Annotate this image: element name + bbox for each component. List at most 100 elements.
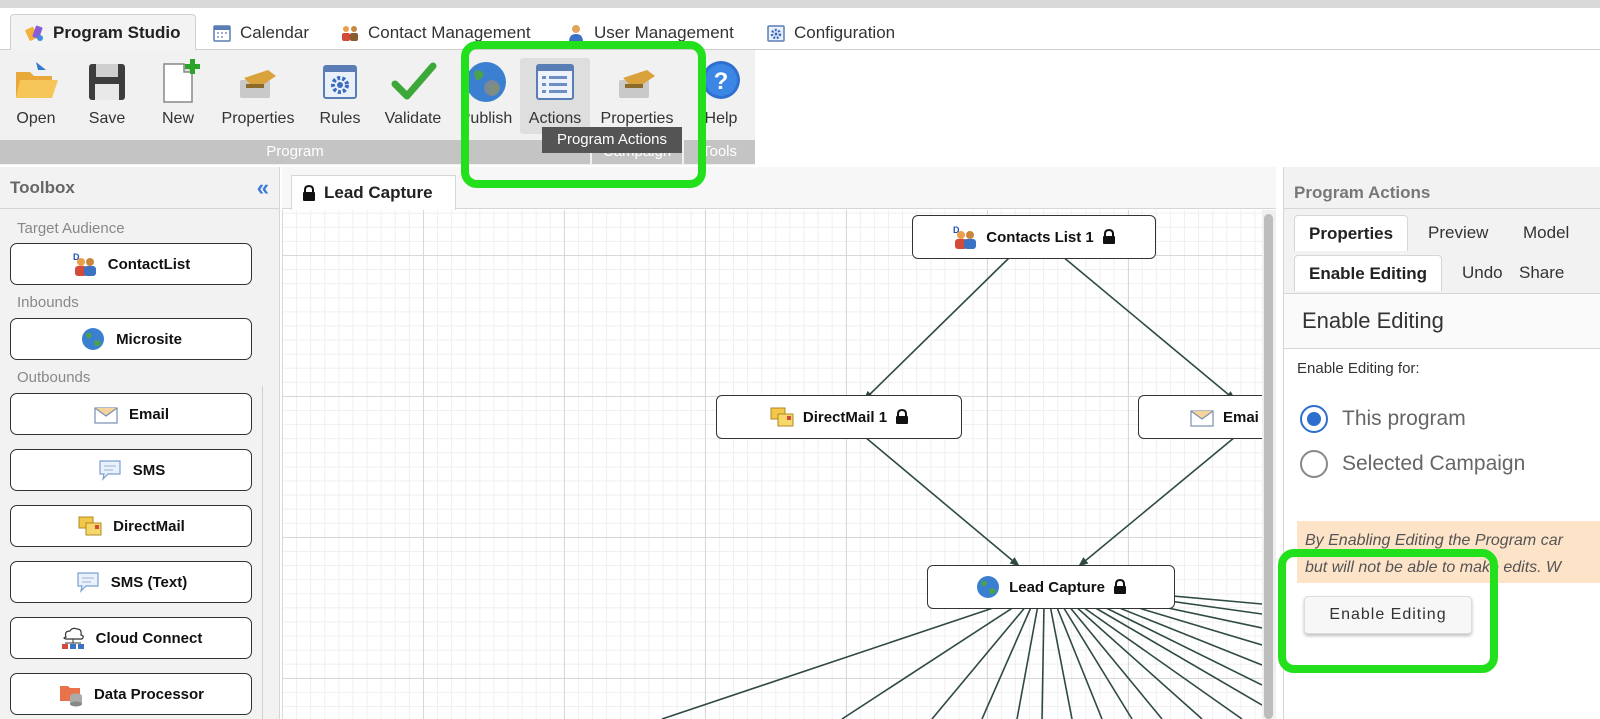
radio-selected-icon[interactable] <box>1300 405 1328 433</box>
ribbon-label: Properties <box>221 110 295 127</box>
toolbox-item-microsite[interactable]: Microsite <box>10 318 252 360</box>
tab-share[interactable]: Share <box>1505 255 1578 291</box>
open-button[interactable]: Open <box>1 58 71 134</box>
toolbox-item-cloud-connect[interactable]: Cloud Connect <box>10 617 252 659</box>
node-lead-capture[interactable]: Lead Capture <box>927 565 1175 609</box>
node-contacts-list[interactable]: D Contacts List 1 <box>912 215 1156 259</box>
toolbox-item-label: SMS (Text) <box>110 573 188 591</box>
globe-icon <box>977 576 1000 598</box>
ribbon-label: Validate <box>384 110 442 127</box>
radio-label: Selected Campaign <box>1342 452 1526 475</box>
speech-bubble-icon <box>99 460 121 481</box>
edge-email-to-lead <box>1078 436 1236 567</box>
section-inbounds: Inbounds <box>17 294 79 311</box>
tab-configuration[interactable]: Configuration <box>752 14 909 51</box>
section-outbounds: Outbounds <box>17 369 91 386</box>
contact-list-icon: D <box>73 252 96 276</box>
tab-properties[interactable]: Properties <box>1294 215 1409 251</box>
toolbox-item-sms[interactable]: SMS <box>10 449 252 491</box>
checkmark-icon <box>391 62 437 100</box>
highlight-enable-editing-button <box>1278 549 1498 673</box>
window-top-strip <box>0 0 1600 8</box>
toolbox-scrollbar[interactable] <box>262 386 263 719</box>
contact-list-icon: D <box>953 225 977 249</box>
user-icon <box>569 24 583 42</box>
tab-enable-editing[interactable]: Enable Editing <box>1294 255 1443 291</box>
panel-title: Program Actions <box>1284 167 1600 209</box>
rules-gear-icon <box>323 65 357 99</box>
validate-button[interactable]: Validate <box>373 58 453 134</box>
edge-contacts-to-directmail <box>863 255 1012 401</box>
tab-program-studio[interactable]: Program Studio <box>10 14 196 51</box>
canvas-scrollbar-thumb[interactable] <box>1264 214 1273 719</box>
canvas-tab-label: Lead Capture <box>324 183 433 202</box>
toolbox-item-email[interactable]: Email <box>10 393 252 435</box>
lock-icon <box>1102 229 1115 244</box>
toolbox-item-sms-text[interactable]: SMS (Text) <box>10 561 252 603</box>
tab-label: Program Studio <box>53 22 181 42</box>
floppy-disk-icon <box>89 64 125 100</box>
toolbox-panel: Toolbox « Target Audience D ContactList … <box>0 167 280 719</box>
program-canvas[interactable]: D Contacts List 1 DirectMail 1 Emai Lead… <box>282 210 1262 719</box>
tab-label: Configuration <box>794 22 896 42</box>
node-label: Contacts List 1 <box>986 228 1094 246</box>
enable-for-label: Enable Editing for: <box>1297 360 1420 377</box>
lock-icon <box>303 184 315 201</box>
properties-hand-icon <box>240 70 276 98</box>
panel-tab-bar: Properties Preview Model Enable Editing … <box>1284 209 1600 293</box>
highlight-actions-group <box>461 41 706 188</box>
direct-mail-icon <box>78 516 102 536</box>
toolbox-header: Toolbox « <box>0 167 279 209</box>
toolbox-item-label: Microsite <box>116 330 182 348</box>
toolbox-item-label: Data Processor <box>93 685 205 703</box>
globe-icon <box>82 328 105 350</box>
collapse-toolbox-icon[interactable]: « <box>257 175 269 201</box>
lock-icon <box>896 409 909 424</box>
app-tab-bar: Program Studio Calendar Contact Manageme… <box>0 8 1600 51</box>
calendar-icon <box>213 24 231 42</box>
configuration-icon <box>767 24 785 42</box>
toolbox-item-label: Cloud Connect <box>95 629 203 647</box>
canvas-scrollbar[interactable] <box>1262 210 1276 719</box>
cloud-connect-icon <box>61 627 84 649</box>
ribbon-label: Rules <box>319 110 361 127</box>
toolbox-item-directmail[interactable]: DirectMail <box>10 505 252 547</box>
node-label: DirectMail 1 <box>802 408 888 426</box>
speech-bubble-icon <box>77 572 99 593</box>
radio-unselected-icon[interactable] <box>1300 450 1328 478</box>
canvas-tab-bar: Lead Capture <box>282 167 1276 210</box>
radio-label: This program <box>1342 407 1466 430</box>
toolbox-item-contactlist[interactable]: D ContactList <box>10 243 252 285</box>
program-properties-button[interactable]: Properties <box>218 58 298 134</box>
toolbox-item-data-processor[interactable]: Data Processor <box>10 673 252 715</box>
node-label: Lead Capture <box>1009 578 1105 596</box>
node-directmail[interactable]: DirectMail 1 <box>716 395 962 439</box>
node-label: Emai <box>1223 408 1259 426</box>
save-button[interactable]: Save <box>72 58 142 134</box>
email-envelope-icon <box>94 407 118 424</box>
radio-this-program[interactable]: This program <box>1300 405 1466 433</box>
tab-label: Contact Management <box>368 22 531 42</box>
tab-preview[interactable]: Preview <box>1414 215 1502 251</box>
tab-label: User Management <box>594 22 734 42</box>
data-processor-icon <box>59 686 82 707</box>
toolbox-title: Toolbox <box>10 177 75 197</box>
node-email[interactable]: Emai <box>1138 395 1262 439</box>
edge-contacts-to-email <box>1061 255 1236 401</box>
rules-button[interactable]: Rules <box>305 58 375 134</box>
ribbon-label: New <box>161 110 194 127</box>
new-button[interactable]: New <box>143 58 213 134</box>
tab-calendar[interactable]: Calendar <box>198 14 323 51</box>
toolbox-item-label: SMS <box>132 461 166 479</box>
edges-lead-outgoing <box>661 590 1262 719</box>
radio-selected-campaign[interactable]: Selected Campaign <box>1300 450 1525 478</box>
ribbon-empty-area <box>755 50 1600 165</box>
edge-directmail-to-lead <box>864 436 1020 567</box>
ribbon-label: Help <box>704 110 738 127</box>
tab-label: Calendar <box>240 22 309 42</box>
flow-connections <box>661 255 1262 719</box>
tab-model[interactable]: Model <box>1509 215 1583 251</box>
program-studio-icon <box>25 25 43 41</box>
tab-lead-capture[interactable]: Lead Capture <box>291 175 456 210</box>
toolbox-item-label: DirectMail <box>113 517 185 535</box>
